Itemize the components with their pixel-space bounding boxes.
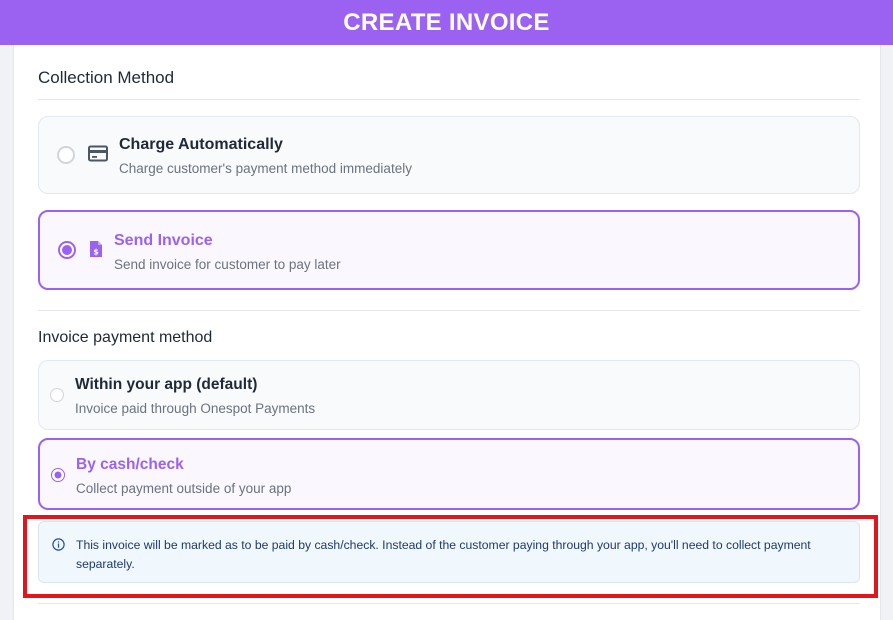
within-app-option[interactable]: Within your app (default) Invoice paid t… (38, 360, 860, 430)
invoice-document-icon: $ (90, 241, 102, 257)
option-title: By cash/check (76, 456, 184, 473)
collection-method-title: Collection Method (38, 68, 175, 87)
charge-automatically-radio[interactable] (57, 146, 75, 164)
option-description: Send invoice for customer to pay later (114, 257, 341, 272)
payment-method-title: Invoice payment method (38, 329, 213, 346)
charge-automatically-option[interactable]: Charge Automatically Charge customer's p… (38, 116, 860, 194)
info-icon (52, 538, 65, 551)
page-title: CREATE INVOICE (343, 8, 550, 36)
within-app-radio[interactable] (50, 388, 64, 402)
option-title: Within your app (default) (75, 376, 258, 393)
send-invoice-option[interactable]: $ Send Invoice Send invoice for customer… (38, 210, 860, 290)
option-title: Charge Automatically (119, 136, 283, 153)
divider (38, 603, 860, 604)
divider (38, 99, 860, 100)
cash-check-radio[interactable] (51, 468, 65, 482)
divider (38, 310, 860, 311)
invoice-form-panel: Collection Method Charge Automatically C… (13, 45, 881, 620)
option-description: Invoice paid through Onespot Payments (75, 401, 316, 416)
credit-card-icon (88, 145, 108, 162)
send-invoice-radio[interactable] (58, 241, 76, 259)
info-message: This invoice will be marked as to be pai… (76, 538, 811, 571)
option-title: Send Invoice (114, 232, 213, 249)
svg-text:$: $ (93, 248, 99, 257)
cash-check-info-box: This invoice will be marked as to be pai… (38, 521, 860, 583)
cash-check-option[interactable]: By cash/check Collect payment outside of… (38, 438, 860, 510)
option-description: Charge customer's payment method immedia… (119, 161, 412, 176)
header-bar: CREATE INVOICE (0, 0, 893, 45)
option-description: Collect payment outside of your app (76, 481, 292, 496)
